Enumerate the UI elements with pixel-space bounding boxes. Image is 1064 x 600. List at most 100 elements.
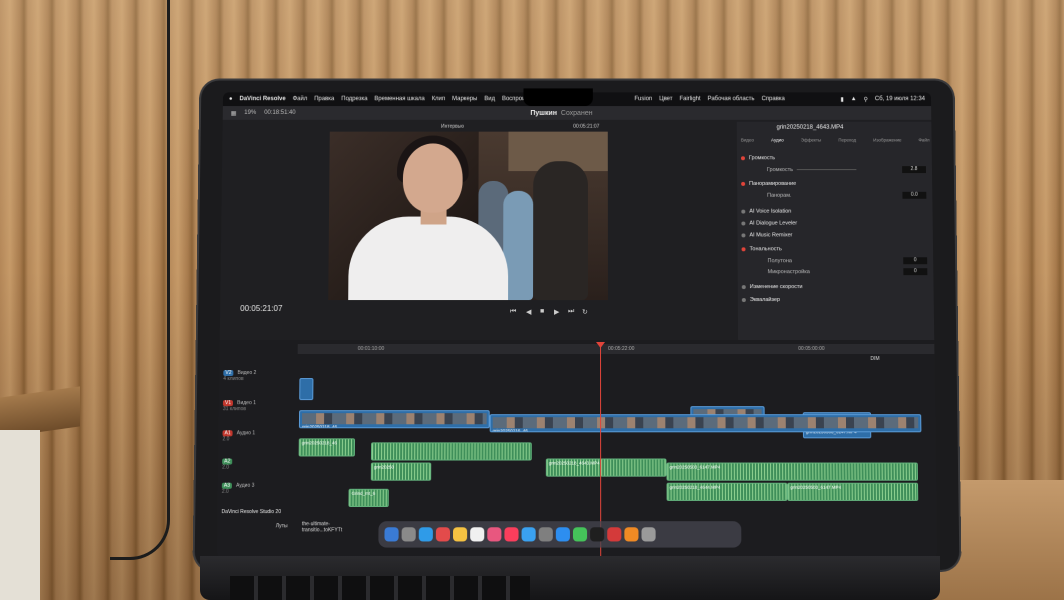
trash-icon[interactable] — [641, 527, 656, 542]
timeline-ruler[interactable]: 00:01:10:00 00:05:22:00 00:05:00:00 — [297, 343, 935, 354]
tab-transition[interactable]: Переход — [838, 138, 856, 143]
audio-clip[interactable]: grin20250218_4643.MP4 — [545, 458, 667, 477]
volume-value[interactable]: 2.8 — [902, 166, 927, 174]
launchpad-icon[interactable] — [401, 527, 416, 542]
apple-icon[interactable]: ● — [229, 96, 233, 102]
track-header-v2[interactable]: V2 Видео 2 4 клипов — [219, 370, 298, 398]
menu-item-clip[interactable]: Клип — [432, 96, 446, 102]
transition-pack-label[interactable]: the-ultimate-transitio...toKFYTt — [302, 521, 352, 533]
enable-dot-icon[interactable] — [741, 297, 746, 302]
fine-tune-control[interactable]: Микронастройка 0 — [768, 267, 938, 276]
audio-clip[interactable]: grin20250503_6147.MP4 — [666, 462, 919, 481]
menu-item-file[interactable]: Файл — [293, 96, 308, 102]
wifi-icon[interactable]: ▲ — [851, 96, 857, 102]
viewer-mode-label[interactable]: Интервью — [441, 124, 464, 130]
audio-clip[interactable]: Grind_mt_6 — [348, 488, 389, 508]
finder-icon[interactable] — [384, 527, 399, 542]
volume-section[interactable]: Громкость — [740, 153, 920, 162]
semitones-value[interactable]: 0 — [903, 257, 928, 265]
track-header-a3[interactable]: A3 Аудио 3 2.0 — [217, 482, 296, 511]
menu-item-workspace[interactable]: Рабочая область — [708, 96, 755, 102]
notes-icon[interactable] — [452, 527, 468, 542]
appstore-icon[interactable] — [521, 527, 536, 542]
audio-clip[interactable]: grin20250 — [370, 462, 432, 481]
menu-app-name[interactable]: DaVinci Resolve — [239, 96, 285, 102]
menu-item-edit[interactable]: Правка — [314, 96, 334, 102]
menu-item-fusion[interactable]: Fusion — [634, 96, 652, 102]
enable-dot-icon[interactable] — [741, 181, 746, 186]
calendar-icon[interactable] — [470, 527, 485, 542]
audio-level-dim[interactable]: DIM — [870, 356, 879, 362]
dialogue-leveler-section[interactable]: AI Dialogue Leveler — [741, 219, 920, 228]
menu-clock[interactable]: Сб, 19 июля 12:34 — [875, 96, 925, 102]
menu-item-fairlight[interactable]: Fairlight — [679, 96, 700, 102]
audio-clip[interactable]: grin20250503_6147.MP4 — [787, 482, 919, 501]
loop-icon[interactable]: ↻ — [582, 308, 588, 316]
safari-icon[interactable] — [418, 527, 433, 542]
fine-tune-value[interactable]: 0 — [903, 268, 928, 276]
tab-file[interactable]: Файл — [919, 138, 930, 143]
player-icon[interactable] — [624, 527, 639, 542]
enable-dot-icon[interactable] — [741, 232, 746, 237]
menu-item-color[interactable]: Цвет — [659, 96, 672, 102]
menu-item-markers[interactable]: Маркеры — [452, 96, 477, 102]
settings-icon[interactable] — [538, 527, 553, 542]
menu-item-trim[interactable]: Подрезка — [341, 96, 367, 102]
tab-effects[interactable]: Эффекты — [801, 138, 821, 143]
pitch-section[interactable]: Тональность — [741, 244, 922, 253]
menu-item-help[interactable]: Справка — [761, 96, 784, 102]
enable-dot-icon[interactable] — [740, 155, 745, 160]
volume-control[interactable]: Громкость 2.8 — [767, 165, 937, 174]
audio-clip[interactable]: grin20250218_4644.MP4 — [666, 482, 788, 501]
music-icon[interactable] — [504, 527, 519, 542]
inspector-clip-name: grin20250218_4643.MP4 — [776, 124, 844, 131]
ruler-mark: 00:01:10:00 — [357, 345, 385, 352]
enable-dot-icon[interactable] — [741, 284, 746, 289]
tab-image[interactable]: Изображение — [873, 138, 901, 143]
video-clip[interactable] — [299, 378, 314, 401]
track-header-a1[interactable]: A1 Аудио 1 2.0 — [218, 430, 297, 458]
video-clip[interactable]: grin20250216_46 — [489, 414, 922, 433]
video-viewer[interactable] — [328, 131, 608, 301]
audio-clip[interactable] — [370, 442, 532, 461]
semitones-control[interactable]: Полутона 0 — [768, 256, 938, 265]
enable-dot-icon[interactable] — [741, 221, 746, 225]
youtube-icon[interactable] — [607, 527, 622, 542]
eq-section[interactable]: Эквалайзер — [741, 295, 922, 304]
pan-section[interactable]: Панорамирование — [741, 179, 920, 188]
media-pool-icon[interactable]: ▦ — [231, 110, 237, 116]
search-icon[interactable]: ⚲ — [864, 96, 868, 103]
ruler-mark: 00:05:22:00 — [608, 345, 635, 352]
volume-slider[interactable] — [796, 169, 857, 171]
project-status: Сохранен — [560, 109, 593, 117]
speed-section[interactable]: Изменение скорости — [741, 282, 922, 291]
skip-forward-icon[interactable]: ⏭ — [568, 308, 574, 316]
tab-video[interactable]: Видео — [741, 138, 754, 143]
menu-item-timeline[interactable]: Временная шкала — [374, 96, 424, 102]
enable-dot-icon[interactable] — [741, 246, 746, 251]
skip-back-icon[interactable]: ⏮ — [510, 308, 516, 316]
voice-isolation-section[interactable]: AI Voice Isolation — [741, 207, 920, 216]
enable-dot-icon[interactable] — [741, 209, 746, 214]
stop-icon[interactable]: ■ — [540, 308, 544, 315]
photos-icon[interactable] — [487, 527, 502, 542]
menu-item-view[interactable]: Вид — [484, 96, 495, 102]
resolve-app-icon[interactable] — [590, 527, 605, 542]
music-remixer-section[interactable]: AI Music Remixer — [741, 230, 920, 239]
track-header-v1[interactable]: V1 Видео 1 31 клипов — [219, 400, 298, 428]
white-panel — [0, 430, 40, 600]
messages-icon[interactable] — [572, 527, 588, 542]
play-reverse-icon[interactable]: ◀ — [526, 308, 531, 316]
play-icon[interactable]: ▶ — [554, 308, 559, 316]
audio-clip[interactable]: grin20250218_46 — [298, 438, 356, 457]
luts-label[interactable]: Луты — [276, 523, 288, 529]
telegram-icon[interactable] — [555, 527, 570, 542]
battery-icon[interactable]: ▮ — [840, 96, 843, 103]
tab-audio[interactable]: Аудио — [771, 138, 784, 143]
zoom-level[interactable]: 19% — [244, 110, 256, 116]
viewer-woman-shirt — [348, 216, 509, 301]
pan-value[interactable]: 0.0 — [902, 191, 927, 199]
pan-control[interactable]: Панорам. 0.0 — [767, 191, 937, 200]
video-clip[interactable]: grin20250218_46 — [298, 410, 490, 429]
chrome-icon[interactable] — [435, 527, 451, 542]
